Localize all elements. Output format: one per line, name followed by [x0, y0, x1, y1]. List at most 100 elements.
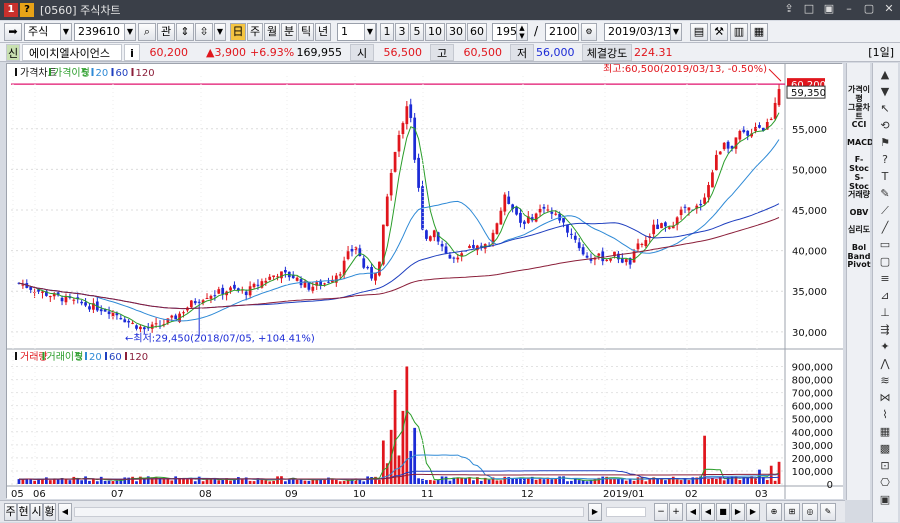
minute-60-button[interactable]: 60	[467, 23, 487, 41]
wavey-icon[interactable]: ⌇	[876, 407, 894, 423]
period-week-button[interactable]: 주	[247, 23, 263, 41]
chevron-down-icon[interactable]: ▼	[364, 23, 376, 41]
total-input[interactable]: 2100	[545, 23, 579, 41]
tools-icon[interactable]: ⚒	[710, 23, 728, 41]
maximize-icon[interactable]: ▢	[862, 2, 876, 16]
zoom-out-icon[interactable]: −	[654, 503, 668, 521]
minute-10-button[interactable]: 10	[425, 23, 445, 41]
zoom-slider[interactable]	[606, 507, 646, 517]
tab-si[interactable]: 시	[30, 503, 43, 521]
candle-body	[499, 210, 503, 225]
bowtie-icon[interactable]: ⋈	[876, 390, 894, 406]
tab-hyeon[interactable]: 현	[17, 503, 30, 521]
frame-icon[interactable]: ⊡	[876, 458, 894, 474]
save-icon[interactable]: ▥	[730, 23, 748, 41]
minute-5-button[interactable]: 5	[410, 23, 424, 41]
first-icon[interactable]: ◀	[686, 503, 700, 521]
arrow-icon[interactable]: ➡	[4, 23, 22, 41]
grid-icon[interactable]: ▦	[876, 424, 894, 440]
copy-icon[interactable]: □	[802, 2, 816, 16]
indicator-0[interactable]: 가격이평	[847, 85, 871, 103]
pencil-icon[interactable]: ✎	[876, 186, 894, 202]
restore-icon[interactable]: ▣	[822, 2, 836, 16]
perp-icon[interactable]: ⊥	[876, 305, 894, 321]
period-minute-button[interactable]: 분	[281, 23, 297, 41]
indicator-3[interactable]: MACD	[847, 138, 874, 147]
chevron-down-icon[interactable]: ▼	[124, 23, 136, 41]
prev-icon[interactable]: ◀	[701, 503, 715, 521]
pin-icon[interactable]: ⇪	[782, 2, 796, 16]
flag-icon[interactable]: ⚑	[876, 135, 894, 151]
layout-icon[interactable]: ▤	[690, 23, 708, 41]
indicator-4[interactable]: F-Stoc	[847, 155, 871, 173]
fan-icon[interactable]: ⇶	[876, 322, 894, 338]
pencil-icon[interactable]: ✎	[820, 503, 836, 521]
box-icon[interactable]: ▢	[876, 254, 894, 270]
fill-icon[interactable]: ▣	[876, 492, 894, 508]
day-button-icon[interactable]: 日	[230, 23, 246, 41]
period-tick-button[interactable]: 틱	[298, 23, 314, 41]
chevron-down-icon[interactable]: ▼	[60, 23, 72, 41]
indicator-6[interactable]: 거래량	[847, 190, 871, 199]
chart-area[interactable]: 55,000 50,000 45,000 40,000 35,000 30,000 900,…	[6, 63, 843, 499]
rect-icon[interactable]: ▭	[876, 237, 894, 253]
last-icon[interactable]: ▶	[746, 503, 760, 521]
text-icon[interactable]: T	[876, 169, 894, 185]
scrollbar-track[interactable]	[74, 507, 584, 517]
indicator-1[interactable]: 그물차트	[847, 103, 871, 121]
volume-bar	[334, 479, 338, 484]
period-month-button[interactable]: 월	[264, 23, 280, 41]
hlines-icon[interactable]: ≡	[876, 271, 894, 287]
indicator-5[interactable]: S-Stoc	[847, 173, 871, 191]
chevron-down-icon[interactable]: ▼	[214, 23, 226, 41]
info-button[interactable]: i	[124, 44, 140, 61]
indicator-7[interactable]: OBV	[847, 208, 871, 217]
stop-icon[interactable]: ■	[716, 503, 730, 521]
block-icon[interactable]: ▩	[876, 441, 894, 457]
candle-body	[546, 209, 550, 211]
settings-icon[interactable]: ⚙	[581, 23, 597, 41]
down-icon[interactable]: ▼	[876, 84, 894, 100]
indicator-8[interactable]: 심리도	[847, 225, 871, 234]
minimize-icon[interactable]: –	[842, 2, 856, 16]
tab-ju[interactable]: 주	[4, 503, 17, 521]
wave-icon[interactable]: ≋	[876, 373, 894, 389]
star-icon[interactable]: ✦	[876, 339, 894, 355]
triangle-icon[interactable]: ⊿	[876, 288, 894, 304]
volume-bar	[272, 480, 275, 484]
tab-hwang[interactable]: 황	[43, 503, 56, 521]
minute-3-button[interactable]: 3	[395, 23, 409, 41]
indicator-10[interactable]: Pivot	[847, 260, 871, 269]
period-year-button[interactable]: 년	[315, 23, 331, 41]
spin-icon[interactable]: ⇳	[195, 23, 213, 41]
up-icon[interactable]: ▲	[876, 67, 894, 83]
volume-bar	[738, 480, 742, 484]
pointer-icon[interactable]: ↖	[876, 101, 894, 117]
minute-30-button[interactable]: 30	[446, 23, 466, 41]
rotate-icon[interactable]: ⟲	[876, 118, 894, 134]
print-icon[interactable]: ▦	[750, 23, 768, 41]
search-icon[interactable]: ⌕	[138, 23, 156, 41]
cursor-icon[interactable]: ⊕	[766, 503, 782, 521]
line-icon[interactable]: ╱	[876, 220, 894, 236]
gwan-button[interactable]: 관	[157, 23, 175, 41]
close-icon[interactable]: ✕	[882, 2, 896, 16]
sort-icon[interactable]: ⇕	[176, 23, 194, 41]
trendline-icon[interactable]: ⟋	[876, 203, 894, 219]
stepper-icon[interactable]: ▲ ▼	[516, 23, 528, 41]
peak-icon[interactable]: ⋀	[876, 356, 894, 372]
indicator-9[interactable]: Bol Band	[847, 243, 871, 261]
chevron-down-icon[interactable]: ▼	[670, 23, 682, 41]
help-icon[interactable]: ?	[20, 3, 34, 17]
zoom-in-icon[interactable]: +	[669, 503, 683, 521]
grid-icon[interactable]: ⊞	[784, 503, 800, 521]
help-icon[interactable]: ?	[876, 152, 894, 168]
stock-chart[interactable]: 55,000 50,000 45,000 40,000 35,000 30,000 900,…	[7, 64, 843, 499]
scroll-right-icon[interactable]: ▶	[588, 503, 602, 521]
scroll-left-icon[interactable]: ◀	[58, 503, 72, 521]
play-icon[interactable]: ▶	[731, 503, 745, 521]
target-icon[interactable]: ◎	[802, 503, 818, 521]
indicator-2[interactable]: CCI	[847, 120, 871, 129]
hex-icon[interactable]: ⎔	[876, 475, 894, 491]
minute-1-button[interactable]: 1	[380, 23, 394, 41]
